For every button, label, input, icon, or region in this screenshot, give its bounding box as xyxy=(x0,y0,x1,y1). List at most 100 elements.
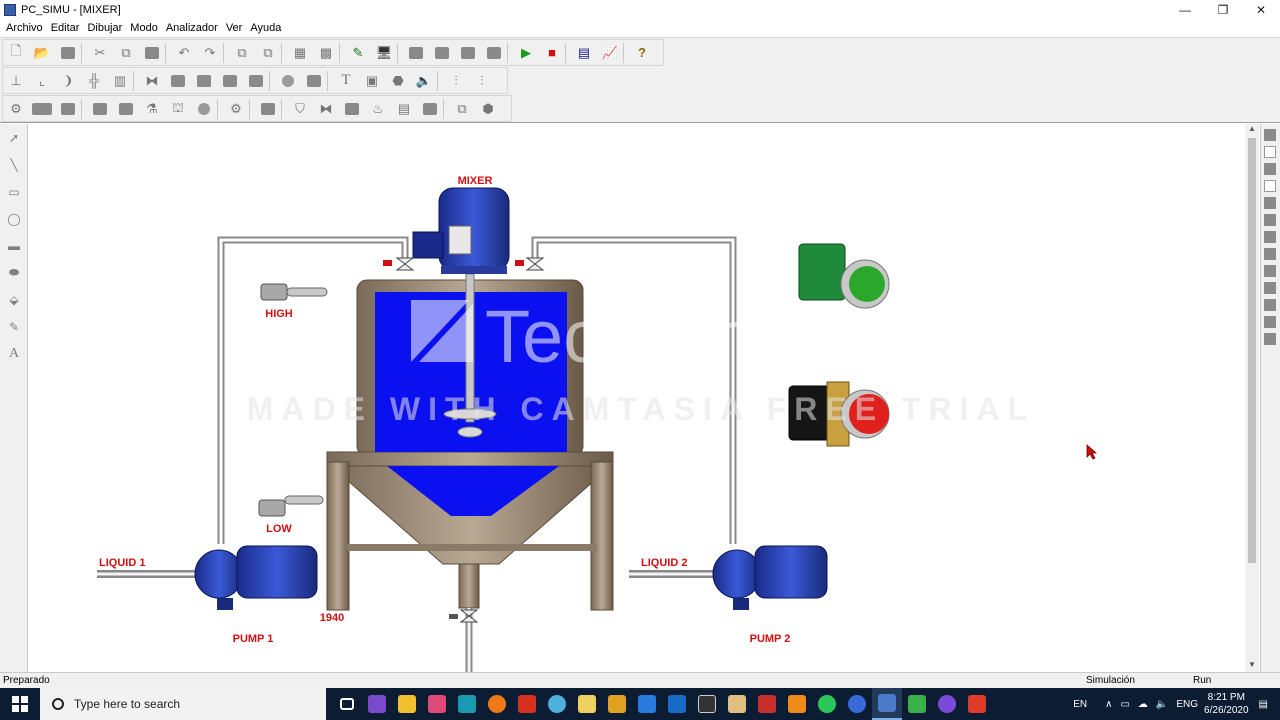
whatsapp-icon[interactable] xyxy=(812,688,842,720)
heater-icon[interactable]: ♨ xyxy=(365,97,391,121)
camtasia-recorder-icon[interactable] xyxy=(962,688,992,720)
snipping-tool-icon[interactable] xyxy=(692,688,722,720)
pipe-icon[interactable] xyxy=(29,97,55,121)
snap-icon[interactable]: ▩ xyxy=(313,41,339,65)
menu-modo[interactable]: Modo xyxy=(130,22,158,34)
tank-icon[interactable]: ▥ xyxy=(107,69,133,93)
ungroup-icon[interactable]: ⧉ xyxy=(255,41,281,65)
filled-ellipse-icon[interactable]: ⬬ xyxy=(0,259,28,286)
square-icon[interactable] xyxy=(301,69,327,93)
pen-icon[interactable]: ✎ xyxy=(0,313,28,340)
ellipse-icon[interactable]: ◯ xyxy=(0,205,28,232)
palette-item-icon[interactable] xyxy=(1264,248,1276,260)
menu-editar[interactable]: Editar xyxy=(51,22,80,34)
crane-icon[interactable]: ⛫ xyxy=(165,97,191,121)
keyboard-layout[interactable]: ENG xyxy=(1176,699,1198,710)
valve-icon[interactable]: ⧓ xyxy=(313,97,339,121)
colorful-app-icon[interactable] xyxy=(542,688,572,720)
palette-item-icon[interactable] xyxy=(1264,265,1276,277)
start-button-cap[interactable] xyxy=(849,266,885,302)
text-icon[interactable]: T xyxy=(333,69,359,93)
menu-dibujar[interactable]: Dibujar xyxy=(87,22,122,34)
paste-icon[interactable] xyxy=(139,41,165,65)
restore-button[interactable]: ❐ xyxy=(1204,0,1242,19)
align-icon[interactable]: ⫶ xyxy=(469,69,495,93)
pipe-icon[interactable] xyxy=(55,97,81,121)
task-view-icon[interactable] xyxy=(332,688,362,720)
visual-studio-icon[interactable] xyxy=(362,688,392,720)
cog-icon[interactable]: ⚙ xyxy=(223,97,249,121)
firefox-icon[interactable] xyxy=(482,688,512,720)
viber-icon[interactable] xyxy=(932,688,962,720)
palette-item-icon[interactable] xyxy=(1264,129,1276,141)
drawing-canvas[interactable]: MIXER HIGH LOW LIQUID 1 LIQUID 2 PUMP 1 … xyxy=(29,124,1245,672)
helmet-icon[interactable] xyxy=(191,97,217,121)
notes-app-icon[interactable] xyxy=(572,688,602,720)
grille-icon[interactable]: ▤ xyxy=(391,97,417,121)
block-icon[interactable] xyxy=(191,69,217,93)
palette-item-icon[interactable] xyxy=(1264,146,1276,158)
new-icon[interactable]: 🗋 xyxy=(3,41,29,65)
palette-item-icon[interactable] xyxy=(1264,231,1276,243)
outlook-icon[interactable] xyxy=(662,688,692,720)
scroll-thumb[interactable] xyxy=(1248,138,1256,563)
block-icon[interactable] xyxy=(165,69,191,93)
red-app-icon[interactable] xyxy=(512,688,542,720)
page-icon[interactable] xyxy=(403,41,429,65)
block-icon[interactable] xyxy=(217,69,243,93)
sublime-icon[interactable] xyxy=(782,688,812,720)
start-button[interactable] xyxy=(0,688,40,720)
palette-item-icon[interactable] xyxy=(1264,299,1276,311)
pen-app-icon[interactable] xyxy=(722,688,752,720)
line-tool-icon[interactable]: ⌞ xyxy=(29,69,55,93)
undo-icon[interactable]: ↶ xyxy=(171,41,197,65)
stop-icon[interactable]: ■ xyxy=(539,41,565,65)
inlet-valve-left[interactable] xyxy=(383,257,415,271)
battery-icon[interactable]: ▭ xyxy=(1120,699,1129,710)
conveyor-icon[interactable] xyxy=(87,97,113,121)
rectangle-icon[interactable]: ▭ xyxy=(0,178,28,205)
help-icon[interactable]: ? xyxy=(629,41,655,65)
clock[interactable]: 8:21 PM 6/26/2020 xyxy=(1204,691,1249,717)
taskbar-search[interactable]: Type here to search xyxy=(40,688,326,720)
monitor-icon[interactable]: 🖥 xyxy=(371,41,397,65)
cross-icon[interactable]: ╬ xyxy=(81,69,107,93)
vertical-scrollbar[interactable]: ▲ ▼ xyxy=(1245,124,1259,672)
menu-ver[interactable]: Ver xyxy=(226,22,243,34)
gear-icon[interactable]: ⚙ xyxy=(3,97,29,121)
grid-icon[interactable]: ▦ xyxy=(287,41,313,65)
sensor-icon[interactable]: ⛉ xyxy=(287,97,313,121)
chart-icon[interactable]: 📈 xyxy=(597,41,623,65)
camtasia-icon[interactable] xyxy=(902,688,932,720)
sound-icon[interactable]: 🔈 xyxy=(411,69,437,93)
component-icon[interactable]: ⊥ xyxy=(3,69,29,93)
grid-app-icon[interactable] xyxy=(602,688,632,720)
menu-analizador[interactable]: Analizador xyxy=(166,22,218,34)
copy-icon[interactable]: ⧉ xyxy=(113,41,139,65)
page-icon[interactable] xyxy=(455,41,481,65)
filled-rectangle-icon[interactable]: ▬ xyxy=(0,232,28,259)
fill-icon[interactable]: ⬙ xyxy=(0,286,28,313)
palette-item-icon[interactable] xyxy=(1264,333,1276,345)
outlet-valve[interactable] xyxy=(449,608,479,672)
play-icon[interactable]: ▶ xyxy=(513,41,539,65)
paint-app-icon[interactable] xyxy=(422,688,452,720)
pointer-icon[interactable]: ➚ xyxy=(0,124,28,151)
analyzer-icon[interactable]: ▤ xyxy=(571,41,597,65)
page-icon[interactable] xyxy=(429,41,455,65)
pc-simu-task-icon[interactable] xyxy=(872,688,902,720)
image-icon[interactable]: ▣ xyxy=(359,69,385,93)
cloud-icon[interactable]: ☁ xyxy=(1138,699,1148,710)
arduino-icon[interactable] xyxy=(452,688,482,720)
line-icon[interactable]: ╲ xyxy=(0,151,28,178)
volume-icon[interactable]: 🔈 xyxy=(1156,699,1168,710)
input-language[interactable]: EN xyxy=(1073,699,1087,710)
palette-item-icon[interactable] xyxy=(1264,214,1276,226)
palette-item-icon[interactable] xyxy=(1264,163,1276,175)
scroll-down-arrow-icon[interactable]: ▼ xyxy=(1245,660,1259,672)
text-tool-icon[interactable]: A xyxy=(0,340,28,367)
block-icon[interactable] xyxy=(243,69,269,93)
redo-icon[interactable]: ↷ xyxy=(197,41,223,65)
file-explorer-icon[interactable] xyxy=(392,688,422,720)
group-icon[interactable]: ⧉ xyxy=(229,41,255,65)
